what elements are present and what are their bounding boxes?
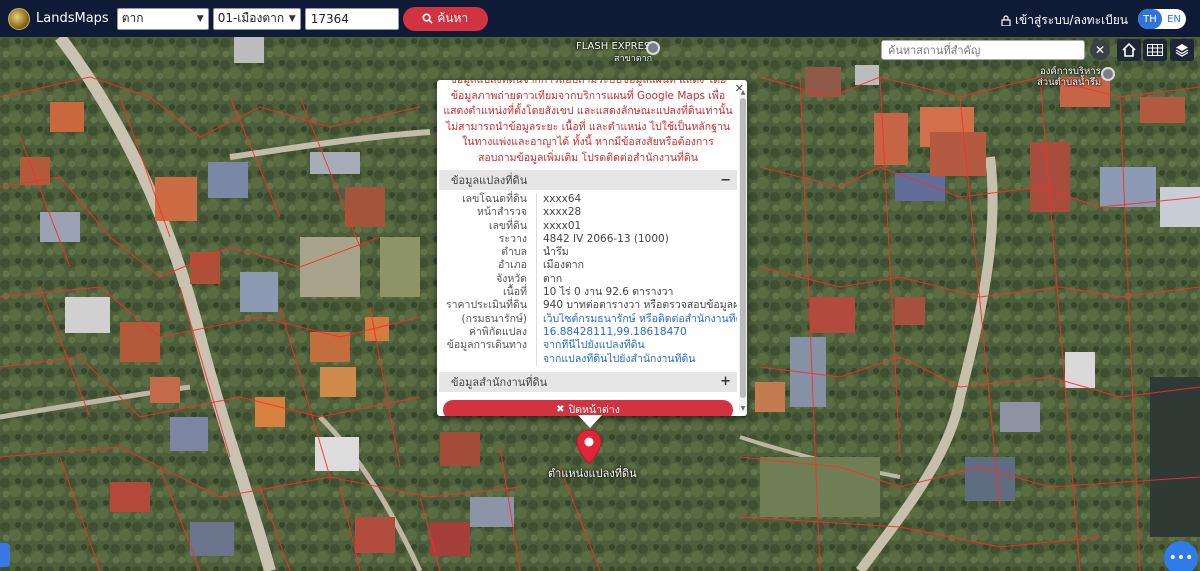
government-marker-icon[interactable]	[1101, 67, 1115, 81]
row-survey-page: หน้าสำรวจ xxxx28	[439, 206, 737, 220]
map-marker-icon[interactable]	[646, 41, 660, 55]
close-window-label: ปิดหน้าต่าง	[568, 404, 620, 416]
province-value: ตาก	[121, 11, 144, 25]
home-button[interactable]	[1117, 39, 1141, 61]
location-pin-icon[interactable]	[576, 429, 602, 465]
landmark-search-input[interactable]: ค้นหาสถานที่สำคัญ	[881, 40, 1085, 60]
row-map-sheet: ระวาง 4842 IV 2066-13 (1000)	[439, 232, 737, 247]
grid-button[interactable]	[1143, 39, 1167, 61]
row-treasury: (กรมธนารักษ์) เว็บไซต์กรมธนารักษ์ หรือติด…	[461, 312, 737, 326]
scroll-up-icon[interactable]: ▲	[739, 90, 747, 96]
close-window-button[interactable]: ✖ ปิดหน้าต่าง	[443, 399, 733, 416]
lang-th[interactable]: TH	[1138, 9, 1162, 29]
close-icon: ✖	[556, 404, 565, 416]
chevron-down-icon: ▼	[196, 13, 204, 24]
row-coordinates: ค่าพิกัดแปลง 16.88428111,99.18618470	[439, 325, 737, 340]
row-district: อำเภอ เมืองตาก	[439, 259, 737, 273]
more-icon: •••	[1168, 550, 1194, 566]
popup-pointer	[578, 415, 602, 428]
coordinates-link[interactable]: 16.88428111,99.18618470	[536, 325, 737, 340]
parcel-section-title: ข้อมูลแปลงที่ดิน	[451, 174, 528, 187]
popup-content[interactable]: ข้อมูลแปลงที่ดินจากการสอบถามระบบข้อมูลแผ…	[437, 80, 739, 416]
parcel-details: เลขโฉนดที่ดิน xxxx64 หน้าสำรวจ xxxx28 เลขท…	[437, 190, 739, 368]
chevron-down-icon: ▼	[288, 13, 296, 24]
office-section-title: ข้อมูลสำนักงานที่ดิน	[451, 375, 548, 389]
scroll-down-icon[interactable]: ▼	[739, 406, 747, 412]
parcel-info-popup: ข้อมูลแปลงที่ดินจากการสอบถามระบบข้อมูลแผ…	[437, 80, 747, 416]
close-icon: ✕	[1094, 43, 1106, 57]
poi-flash-sub: สาขาตาก	[614, 54, 653, 64]
parcel-number-input[interactable]: 17364	[304, 7, 399, 30]
layers-button[interactable]	[1170, 39, 1194, 61]
grid-icon	[1147, 44, 1163, 56]
brand-name[interactable]: LandsMaps	[36, 11, 109, 26]
directions-to-office-link[interactable]: จากแปลงที่ดินไปยังสำนักงานที่ดิน	[536, 352, 737, 366]
dol-logo[interactable]	[8, 7, 30, 30]
row-subdistrict: ตำบล น้ำรึม	[439, 246, 737, 260]
expand-icon[interactable]: +	[720, 374, 731, 389]
layers-icon	[1175, 44, 1189, 57]
row-directions-office: จากแปลงที่ดินไปยังสำนักงานที่ดิน	[439, 352, 737, 366]
parcel-location-label: ตำแหน่งแปลงที่ดิน	[548, 467, 637, 480]
login-link[interactable]: เข้าสู่ระบบ/ลงทะเบียน	[1001, 11, 1128, 30]
search-icon	[422, 13, 433, 24]
language-toggle[interactable]: TH EN	[1138, 9, 1186, 29]
lang-en[interactable]: EN	[1162, 9, 1186, 29]
lock-icon	[1001, 15, 1011, 26]
parcel-section-header[interactable]: ข้อมูลแปลงที่ดิน −	[439, 170, 737, 190]
home-icon	[1122, 43, 1136, 57]
clear-search-button[interactable]: ✕	[1090, 40, 1110, 60]
province-select[interactable]: ตาก ▼	[116, 7, 209, 30]
search-button-label: ค้นหา	[437, 11, 469, 25]
top-navbar: LandsMaps ตาก ▼ 01-เมืองตาก ▼ 17364 ค้นห…	[0, 0, 1200, 37]
row-province: จังหวัด ตาก	[439, 272, 737, 287]
search-button[interactable]: ค้นหา	[402, 6, 488, 31]
row-area: เนื้อที่ 10 ไร่ 0 งาน 92.6 ตารางวา	[439, 286, 737, 300]
poi-office-sub: ส่วนตำบลน้ำรึม	[1037, 77, 1102, 88]
disclaimer-text: ข้อมูลแปลงที่ดินจากการสอบถามระบบข้อมูลแผ…	[443, 80, 733, 164]
login-label: เข้าสู่ระบบ/ลงทะเบียน	[1014, 13, 1128, 27]
district-value: 01-เมืองตาก	[217, 11, 285, 25]
row-land-number: เลขที่ดิน xxxx01	[439, 219, 737, 233]
district-select[interactable]: 01-เมืองตาก ▼	[212, 7, 301, 30]
treasury-link[interactable]: เว็บไซต์กรมธนารักษ์ หรือติดต่อสำนักงานที…	[536, 312, 737, 326]
collapse-icon[interactable]: −	[720, 173, 731, 188]
popup-scrollbar[interactable]: ▲ ▼	[739, 90, 747, 412]
side-panel-toggle[interactable]	[0, 543, 10, 567]
row-deed-number: เลขโฉนดที่ดิน xxxx64	[439, 193, 737, 207]
office-section-header[interactable]: ข้อมูลสำนักงานที่ดิน +	[439, 371, 737, 392]
scrollbar-thumb[interactable]	[740, 98, 746, 398]
chat-button[interactable]: •••	[1164, 541, 1198, 571]
directions-to-parcel-link[interactable]: จากที่นี่ไปยังแปลงที่ดิน	[536, 339, 737, 353]
row-appraisal: ราคาประเมินที่ดิน 940 บาทต่อตารางวา หรือต…	[445, 299, 737, 313]
row-directions: ข้อมูลการเดินทาง จากที่นี่ไปยังแปลงที่ดิน	[439, 339, 737, 353]
